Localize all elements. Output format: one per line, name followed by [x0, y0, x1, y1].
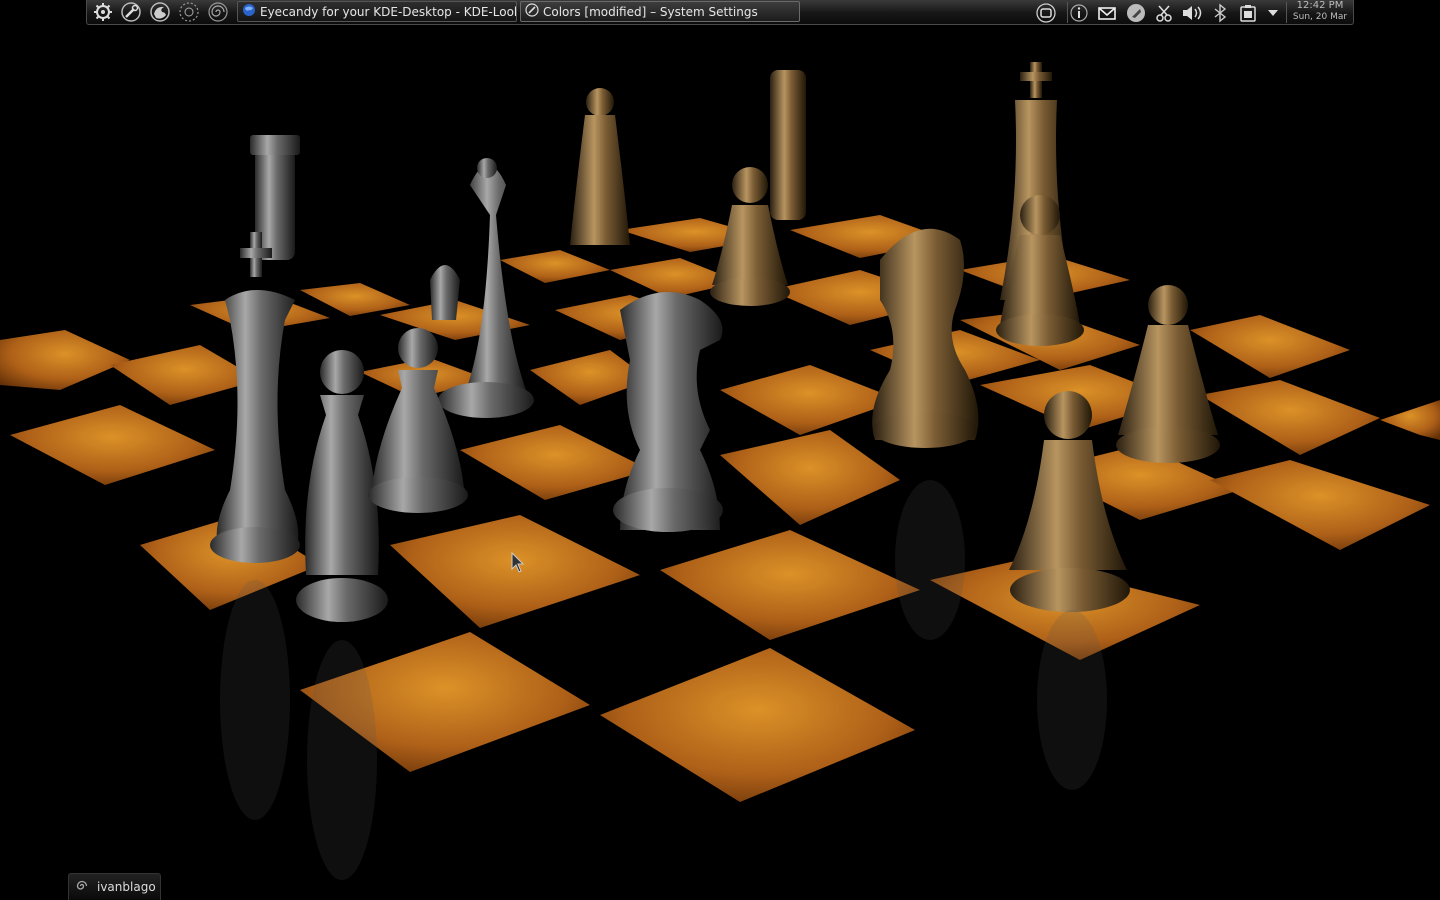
tray-expand-icon[interactable] [1262, 2, 1284, 24]
user-swirl-icon [75, 878, 89, 897]
taskbar-item-label: Eyecandy for your KDE-Desktop - KDE-Look [260, 4, 517, 19]
clock-time: 12:42 PM [1296, 0, 1344, 11]
kde-globe-icon [242, 3, 256, 20]
taskbar-item-label: Colors [modified] – System Settings [543, 4, 758, 19]
rocket-icon[interactable] [1125, 2, 1147, 24]
info-icon[interactable] [1068, 2, 1090, 24]
mail-icon[interactable] [1096, 2, 1118, 24]
battery-icon[interactable] [1237, 2, 1259, 24]
taskbar-item-system-settings[interactable]: Colors [modified] – System Settings [520, 1, 800, 22]
network-icon[interactable] [1035, 2, 1057, 24]
bluetooth-icon[interactable] [1209, 2, 1231, 24]
digital-clock[interactable]: 12:42 PM Sun, 20 Mar [1287, 0, 1353, 24]
settings-gear-icon[interactable] [89, 0, 116, 24]
volume-icon[interactable] [1181, 2, 1203, 24]
top-panel: Eyecandy for your KDE-Desktop - KDE-Look… [86, 0, 1354, 25]
username-label: ivanblago [97, 880, 156, 894]
user-switch-panel[interactable]: ivanblago [68, 873, 161, 900]
firefox-icon[interactable] [146, 0, 173, 24]
scissors-icon[interactable] [1153, 2, 1175, 24]
wrench-icon[interactable] [117, 0, 144, 24]
desktop-wallpaper-chess [0, 0, 1440, 900]
taskbar-item-browser[interactable]: Eyecandy for your KDE-Desktop - KDE-Look [237, 1, 517, 22]
mouse-pointer-icon [511, 552, 525, 573]
system-settings-icon [525, 3, 539, 20]
dotted-circle-icon[interactable] [175, 0, 202, 24]
clock-date: Sun, 20 Mar [1292, 12, 1348, 22]
spiral-icon[interactable] [204, 0, 231, 24]
